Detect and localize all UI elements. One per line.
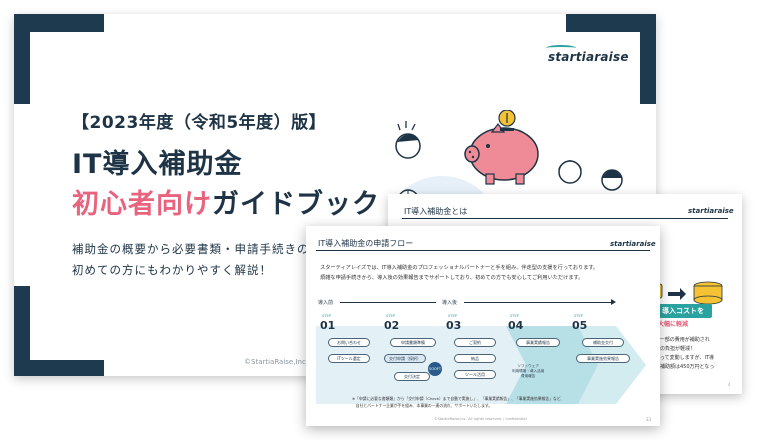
step-item-contract: ご契約 <box>454 338 496 347</box>
step-item-delivery: 納品 <box>454 354 496 363</box>
piggy-bank-icon <box>464 123 539 185</box>
page-number: 23 <box>646 417 652 422</box>
subtitle-rest: ガイドブック <box>212 189 380 220</box>
cover-title: IT導入補助金 <box>72 149 243 180</box>
step-item-tool-selection: ITツール選定 <box>328 354 370 363</box>
step-item-grant-decision: 交付決定 <box>394 372 430 381</box>
timeline-arrow-icon <box>611 299 616 305</box>
step-number: 04 <box>508 319 524 332</box>
step-item-performance-report: 事業実績報告 <box>516 338 560 347</box>
cover-subtitle: 初心者向けガイドブック <box>72 182 380 221</box>
startiaraise-logo: startiaraise <box>546 45 629 64</box>
step-number: 01 <box>320 319 336 332</box>
coin-icon <box>498 110 516 127</box>
step-number: 05 <box>572 319 588 332</box>
step-item-grant-application: 交付申請（採択） <box>384 354 426 363</box>
startiaraise-logo: startiaraise <box>610 240 656 248</box>
startiaraise-logo: startiaraise <box>688 207 734 215</box>
step-item-effect-report: 事業実施効果報告 <box>576 354 630 363</box>
corner-decoration-bottom-left-horizontal <box>14 360 104 376</box>
footnote-line-2: 自社とパートナー企業が手を組み、本事業の一連の流れ、サポートいたします。 <box>352 403 493 408</box>
cover-copyright: ©StartiaRaise,Inc. <box>244 358 309 366</box>
logo-text: startiaraise <box>548 50 629 64</box>
callout-cost-reduction: 導入コストを <box>654 304 712 318</box>
step-label: STEP <box>448 314 457 318</box>
guidebook-page-application-flow: IT導入補助金の申請フロー startiaraise スターティアレイズでは、I… <box>306 226 660 426</box>
step-item-software-note: ソフトウェア 利用環境・導入活用 費用報告 <box>512 364 544 379</box>
timeline-line <box>340 302 436 303</box>
intro-text-line-1: スターティアレイズでは、IT導入補助金のプロフェッショナルパートナーと手を組み、… <box>320 265 599 271</box>
sooft-badge: SOOFT <box>428 362 442 376</box>
footnote-line-1: ※「申請に必要な書類類」から「交付申請（Check）まで自動で実施し」、「事業実… <box>352 396 565 401</box>
logo-swoosh-icon <box>546 45 576 51</box>
title-divider <box>316 250 650 251</box>
after-introduction-label: 導入後 <box>442 300 458 306</box>
before-introduction-label: 導入前 <box>318 300 334 306</box>
callout-subtext: 大幅に軽減 <box>658 321 689 328</box>
step-item-subsidy-payment: 補助金交付 <box>582 338 624 347</box>
step-number: 02 <box>384 319 400 332</box>
coin-stack-large-icon <box>693 281 723 305</box>
cover-description-line-2: 初めての方にもわかりやすく解説！ <box>72 263 272 277</box>
subtitle-highlight: 初心者向け <box>72 189 212 220</box>
step-label: STEP <box>574 314 583 318</box>
step-number: 03 <box>446 319 462 332</box>
step-item-tool-usage: ツール活用 <box>454 370 496 379</box>
timeline-line <box>464 302 614 303</box>
corner-decoration-top-left-vertical <box>14 14 30 104</box>
step-label: STEP <box>322 314 331 318</box>
edition-year-heading: 【2023年度（令和5年度）版】 <box>72 113 327 133</box>
page-number: 4 <box>728 382 731 387</box>
page-footer: ©StartiaRaise,Inc. All rights reserved. … <box>434 417 527 421</box>
step-label: STEP <box>510 314 519 318</box>
step-label: STEP <box>386 314 395 318</box>
step-item-inquiry: お問い合わせ <box>328 338 370 347</box>
title-divider <box>402 218 728 219</box>
page-title: IT導入補助金とは <box>404 207 468 216</box>
corner-decoration-top-right-vertical <box>640 14 656 104</box>
cover-description-line-1: 補助金の概要から必要書類・申請手続きの流 <box>72 242 322 256</box>
page-title: IT導入補助金の申請フロー <box>318 239 414 248</box>
arrow-right-icon <box>668 288 686 300</box>
intro-text-line-2: 煩雑な申請手続きから、導入後の効果報告までサポートしており、初めての方でも安心し… <box>320 275 584 281</box>
software-note-text: ソフトウェア 利用環境・導入活用 費用報告 <box>512 364 545 378</box>
step-item-document-prep: 申請書類準備 <box>390 338 436 347</box>
